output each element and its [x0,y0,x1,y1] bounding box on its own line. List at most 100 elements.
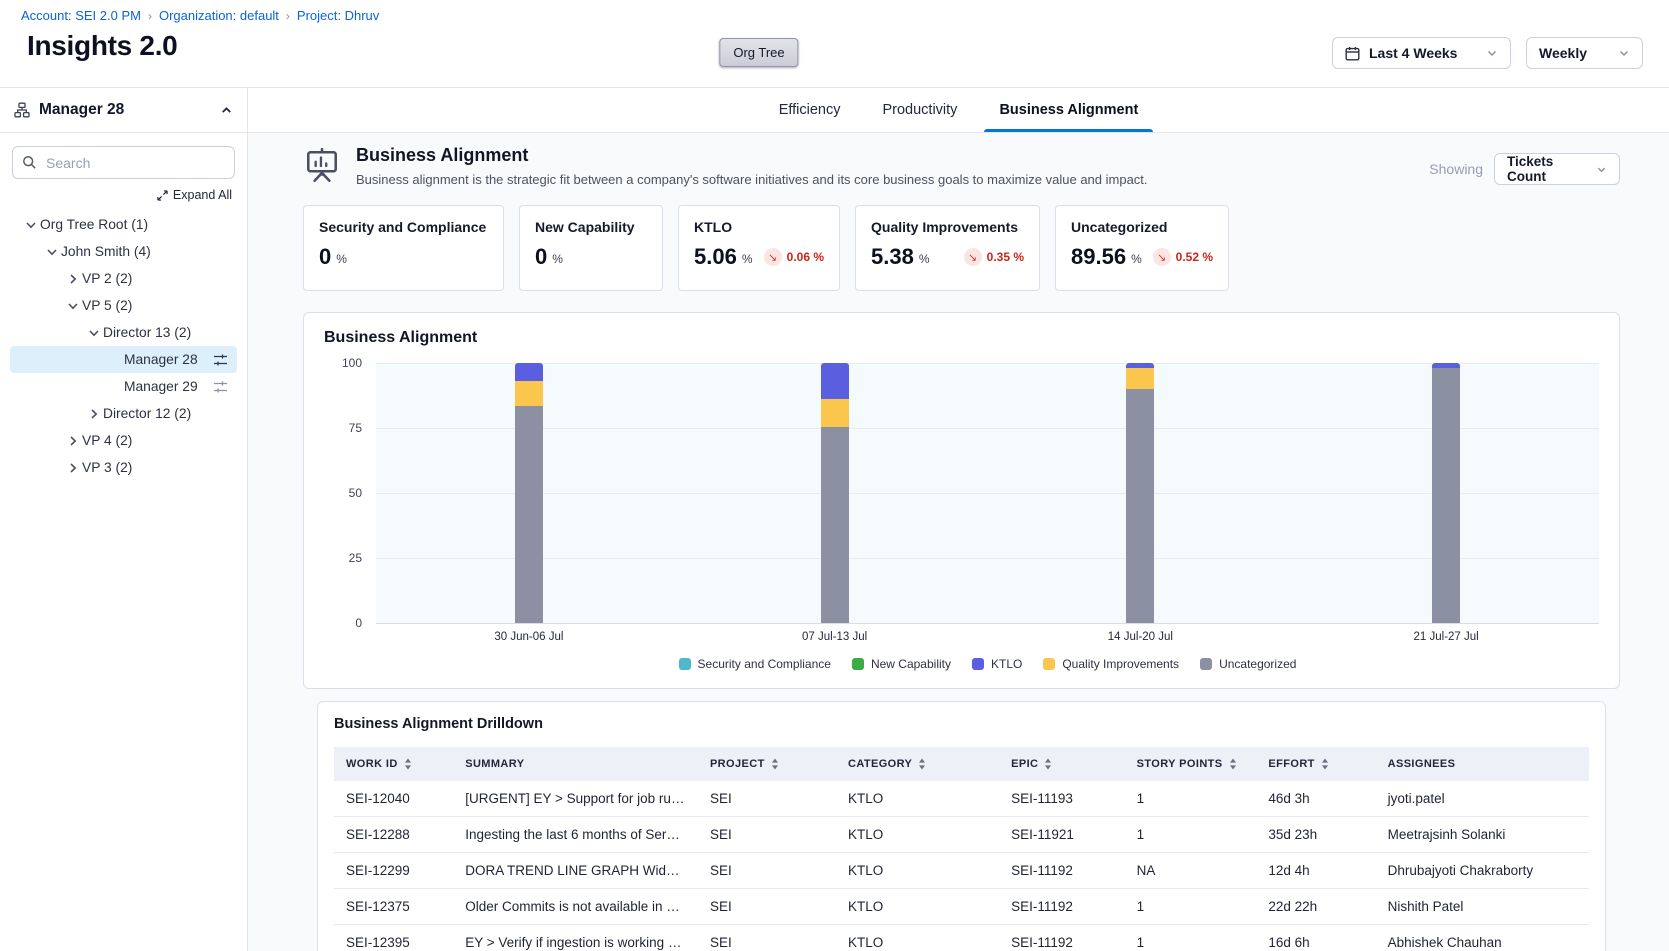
section-titles: Business Alignment Business alignment is… [356,145,1148,187]
tree-item-director-13-2[interactable]: Director 13 (2) [10,319,237,346]
bar-07-jul-13-jul[interactable] [821,363,849,623]
column-header-inner: EPIC [1011,758,1113,770]
sort-icon [404,758,412,770]
tree-item-org-tree-root-1[interactable]: Org Tree Root (1) [10,211,237,238]
filters-icon[interactable] [213,380,228,394]
trend-down-icon: ↘ [764,248,782,266]
legend-item-ktlo[interactable]: KTLO [972,657,1022,671]
bar-21-jul-27-jul[interactable] [1432,363,1460,623]
legend-swatch-ktlo [972,658,984,670]
showing-dropdown[interactable]: Tickets Count [1494,153,1620,185]
legend-label: Uncategorized [1219,657,1296,671]
chevron-right-icon[interactable] [64,271,82,287]
column-header-effort[interactable]: EFFORT [1256,747,1375,781]
tree-item-label: Manager 28 [124,352,198,367]
stat-value: 5.06 [694,246,737,268]
gridline [376,493,1599,494]
bar-30-jun-06-jul[interactable] [515,363,543,623]
tree-item-vp-5-2[interactable]: VP 5 (2) [10,292,237,319]
chevron-right-icon[interactable] [85,406,103,422]
section-description: Business alignment is the strategic fit … [356,172,1148,187]
tree-item-director-12-2[interactable]: Director 12 (2) [10,400,237,427]
column-header-inner: PROJECT [710,758,824,770]
sidebar-header: Manager 28 [0,88,247,133]
breadcrumb-item-account[interactable]: Account: SEI 2.0 PM [21,8,141,23]
column-header-label: EFFORT [1268,758,1314,770]
sort-icon [771,758,779,770]
column-header-label: ASSIGNEES [1388,758,1456,770]
table-row-sei-12299[interactable]: SEI-12299DORA TREND LINE GRAPH Widgets i… [334,853,1589,889]
chevron-right-icon[interactable] [64,460,82,476]
tree-item-vp-3-2[interactable]: VP 3 (2) [10,454,237,481]
tree-item-john-smith-4[interactable]: John Smith (4) [10,238,237,265]
legend-swatch-quality-improvements [1043,658,1055,670]
chevron-down-icon[interactable] [64,298,82,314]
x-tick-label: 07 Jul-13 Jul [682,631,988,643]
stat-cards-row: Security and Compliance0%New Capability0… [303,205,1620,291]
bar-segment-uncategorized[interactable] [515,406,543,623]
chevron-right-icon[interactable] [64,433,82,449]
tree-item-label: VP 4 (2) [82,433,132,448]
legend-item-uncategorized[interactable]: Uncategorized [1200,657,1296,671]
tree-item-manager-29[interactable]: Manager 29 [10,373,237,400]
table-row-sei-12288[interactable]: SEI-12288Ingesting the last 6 months of … [334,817,1589,853]
tree-item-vp-2-2[interactable]: VP 2 (2) [10,265,237,292]
expand-all-button[interactable]: Expand All [15,188,232,202]
stat-card-title: Quality Improvements [871,219,1024,235]
chevron-down-icon[interactable] [22,217,40,233]
sort-icon [1044,758,1052,770]
breadcrumb-separator: › [148,9,152,23]
legend-item-quality-improvements[interactable]: Quality Improvements [1043,657,1179,671]
date-range-dropdown[interactable]: Last 4 Weeks [1332,37,1511,69]
tab-productivity[interactable]: Productivity [880,88,959,132]
breadcrumb-item-organization[interactable]: Organization: default [159,8,279,23]
legend-swatch-security-and-compliance [679,658,691,670]
granularity-dropdown[interactable]: Weekly [1526,37,1643,69]
bar-segment-ktlo[interactable] [515,363,543,381]
bar-14-jul-20-jul[interactable] [1126,363,1154,623]
stat-value-row: 89.56%↘0.52 % [1071,246,1213,268]
table-row-sei-12040[interactable]: SEI-12040[URGENT] EY > Support for job r… [334,781,1589,817]
stat-card-title: New Capability [535,219,647,235]
bar-segment-quality-improvements[interactable] [515,381,543,406]
tree-item-label: Director 13 (2) [103,325,191,340]
drilldown-table: WORK ID SUMMARY PROJECT CATEGORY EPIC STORY P… [334,747,1589,951]
column-header-inner: WORK ID [346,758,441,770]
stat-delta: ↘0.52 % [1153,248,1213,266]
column-header-label: SUMMARY [465,758,524,770]
cell-summary: Ingesting the last 6 months of ServiceN.… [453,817,698,853]
table-row-sei-12375[interactable]: SEI-12375Older Commits is not available … [334,889,1589,925]
sort-icon [1321,758,1329,770]
column-header-category[interactable]: CATEGORY [836,747,999,781]
cell-story-points: 1 [1125,889,1257,925]
showing-value: Tickets Count [1507,154,1587,184]
bar-segment-uncategorized[interactable] [1126,389,1154,623]
legend-item-security-and-compliance[interactable]: Security and Compliance [679,657,831,671]
org-tree-button[interactable]: Org Tree [719,38,798,67]
column-header-project[interactable]: PROJECT [698,747,836,781]
tree-item-vp-4-2[interactable]: VP 4 (2) [10,427,237,454]
tree-item-manager-28[interactable]: Manager 28 [10,346,237,373]
column-header-story-points[interactable]: STORY POINTS [1125,747,1257,781]
bar-segment-quality-improvements[interactable] [821,399,849,426]
table-row-sei-12395[interactable]: SEI-12395EY > Verify if ingestion is wor… [334,925,1589,951]
bar-segment-uncategorized[interactable] [1432,368,1460,623]
legend-item-new-capability[interactable]: New Capability [852,657,951,671]
bar-segment-quality-improvements[interactable] [1126,368,1154,389]
filters-icon[interactable] [213,353,228,367]
search-input[interactable] [12,146,235,179]
breadcrumb-item-project[interactable]: Project: Dhruv [297,8,379,23]
chevron-down-icon[interactable] [85,325,103,341]
org-tree-sidebar: Manager 28 Expand All Org Tree Root (1)J… [0,88,248,951]
chevron-up-icon[interactable] [220,104,233,117]
tab-business-alignment[interactable]: Business Alignment [997,88,1140,132]
tab-efficiency[interactable]: Efficiency [777,88,843,132]
column-header-epic[interactable]: EPIC [999,747,1125,781]
column-header-work-id[interactable]: WORK ID [334,747,453,781]
trend-down-icon: ↘ [1153,248,1171,266]
main-row: Manager 28 Expand All Org Tree Root (1)J… [0,87,1669,951]
bar-segment-uncategorized[interactable] [821,427,849,623]
stat-card-new-capability: New Capability0% [519,205,663,291]
bar-segment-ktlo[interactable] [821,363,849,399]
chevron-down-icon[interactable] [43,244,61,260]
